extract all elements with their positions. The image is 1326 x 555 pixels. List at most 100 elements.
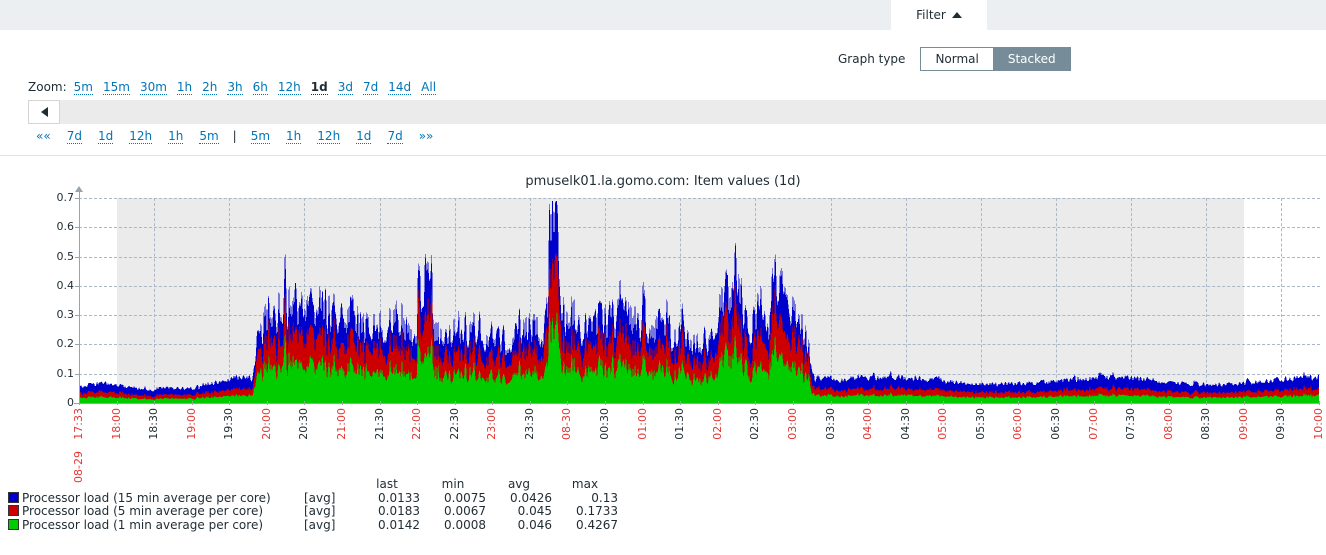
page-header-band [0,0,1326,30]
x-axis-tick-label: 05:30 [973,408,987,440]
period-link-last[interactable]: »» [419,129,434,143]
legend-max-value: 0.13 [591,490,618,505]
x-axis-tick-label: 10:00 [1312,408,1325,440]
zoom-link-15m[interactable]: 15m [102,80,130,95]
zoom-link-all[interactable]: All [421,80,437,95]
legend-min-value: 0.0075 [444,490,486,505]
period-link-fwd-1d[interactable]: 1d [356,129,372,144]
zoom-link-5m[interactable]: 5m [73,80,93,95]
zoom-link-6h[interactable]: 6h [252,80,268,95]
graph-type-toggle[interactable]: Normal Stacked [920,47,1071,71]
zoom-link-14d[interactable]: 14d [388,80,412,95]
x-axis-tick [680,401,682,405]
y-axis-tick [75,344,80,346]
period-link-fwd-5m[interactable]: 5m [250,129,271,144]
triangle-left-icon [40,107,48,117]
graph-title: pmuselk01.la.gomo.com: Item values (1d) [525,174,801,189]
period-link-back-12h[interactable]: 12h [129,129,153,144]
stacked-area-series [79,198,1320,403]
x-axis-tick-label: 06:00 [1011,408,1025,440]
x-axis-tick-label: 02:00 [710,408,724,440]
x-axis-tick [266,401,268,405]
x-axis-tick [1281,401,1283,405]
zoom-link-2h[interactable]: 2h [202,80,218,95]
zoom-link-7d[interactable]: 7d [363,80,379,95]
zoom-link-3h[interactable]: 3h [227,80,243,95]
y-axis-tick-label: 0.3 [56,308,75,322]
x-axis-tick [342,401,344,405]
legend-row: Processor load (15 min average per core)… [0,490,618,506]
period-link-back-1h[interactable]: 1h [168,129,184,144]
legend-aggregation: [avg] [304,517,336,532]
x-axis-tick-label: 17:33 [72,408,85,440]
x-axis-tick [1093,401,1095,405]
x-axis-tick-label: 09:30 [1274,408,1288,440]
zoom-link-3d[interactable]: 3d [337,80,353,95]
x-axis-tick-label: 03:00 [785,408,799,440]
x-axis-tick-label: 01:00 [635,408,649,440]
y-axis-tick [75,315,80,317]
x-axis-tick-label: 08:30 [1199,408,1213,440]
x-axis-tick-label: 23:00 [485,408,499,440]
scroll-left-button[interactable] [28,100,60,124]
y-axis-tick-label: 0.6 [56,220,75,234]
zoom-link-12h[interactable]: 12h [277,80,301,95]
legend-color-swatch [8,491,19,503]
legend-row: Processor load (5 min average per core) [… [0,504,618,519]
x-axis-tick-label: 03:30 [823,408,837,440]
legend-series-name: Processor load (1 min average per core) [22,517,264,532]
period-link-back-7d[interactable]: 7d [66,129,82,144]
legend-color-swatch [8,518,19,530]
filter-tab-label: Filter [916,8,946,22]
legend-aggregation: [avg] [304,490,336,505]
legend-header-row: last min avg max [0,477,618,492]
legend-header-fn [292,478,354,492]
graph-type-stacked-button[interactable]: Stacked [993,47,1071,71]
x-axis-tick [154,401,156,405]
y-axis-tick-label: 0.1 [56,366,75,380]
x-axis-tick [567,401,569,405]
x-axis-tick-label: 18:00 [109,408,123,440]
x-axis-tick [1018,401,1020,405]
period-link-fwd-7d[interactable]: 7d [387,129,403,144]
x-axis-tick [980,401,982,405]
zoom-link-1d[interactable]: 1d [310,80,328,95]
x-axis-tick-label: 07:30 [1124,408,1138,440]
graph-type-normal-button[interactable]: Normal [920,47,994,71]
plot-area[interactable] [79,198,1320,404]
period-link-back-5m[interactable]: 5m [199,129,219,144]
graph-type-row: Graph type Normal Stacked [838,47,1071,71]
x-axis-tick-label: 09:00 [1236,408,1250,440]
legend-avg-value: 0.046 [517,517,552,532]
period-link-fwd-12h[interactable]: 12h [317,129,341,144]
legend-header-max: max [571,477,599,491]
y-axis-tick [75,227,80,229]
x-axis-tick-label: 20:00 [259,408,273,440]
x-axis-tick-label: 04:30 [898,408,912,440]
period-links-row: «« 7d 1d 12h 1h 5m | 5m 1h 12h 1d 7d »» [28,129,441,144]
legend-color-cell [0,505,22,519]
period-link-first[interactable]: «« [36,129,51,143]
x-axis-tick [1055,401,1057,405]
legend-table: last min avg max Processor load (15 min aver… [0,477,618,532]
period-link-back-1d[interactable]: 1d [97,129,114,144]
legend-header-name [22,478,292,492]
zoom-link-1h[interactable]: 1h [176,80,193,95]
x-axis-tick [79,401,80,405]
zoom-link-30m[interactable]: 30m [139,80,167,95]
legend-series-name: Processor load (15 min average per core) [22,490,271,505]
y-axis-tick-label: 0.4 [56,278,75,292]
legend-min-value: 0.0067 [444,504,486,518]
filter-tab[interactable]: Filter [891,0,987,30]
x-axis-tick [191,401,193,405]
x-axis-tick [905,401,907,405]
legend-color-swatch [8,505,19,516]
legend-avg-value: 0.045 [517,504,552,518]
time-scrollbar-track[interactable] [28,100,1326,124]
legend-header-avg: avg [507,477,531,491]
period-link-fwd-1h[interactable]: 1h [286,129,302,144]
x-axis-tick-label: 04:00 [861,408,875,440]
y-axis-tick [75,373,80,375]
x-axis-tick-label: 21:30 [372,408,386,440]
x-axis-tick [417,401,419,405]
